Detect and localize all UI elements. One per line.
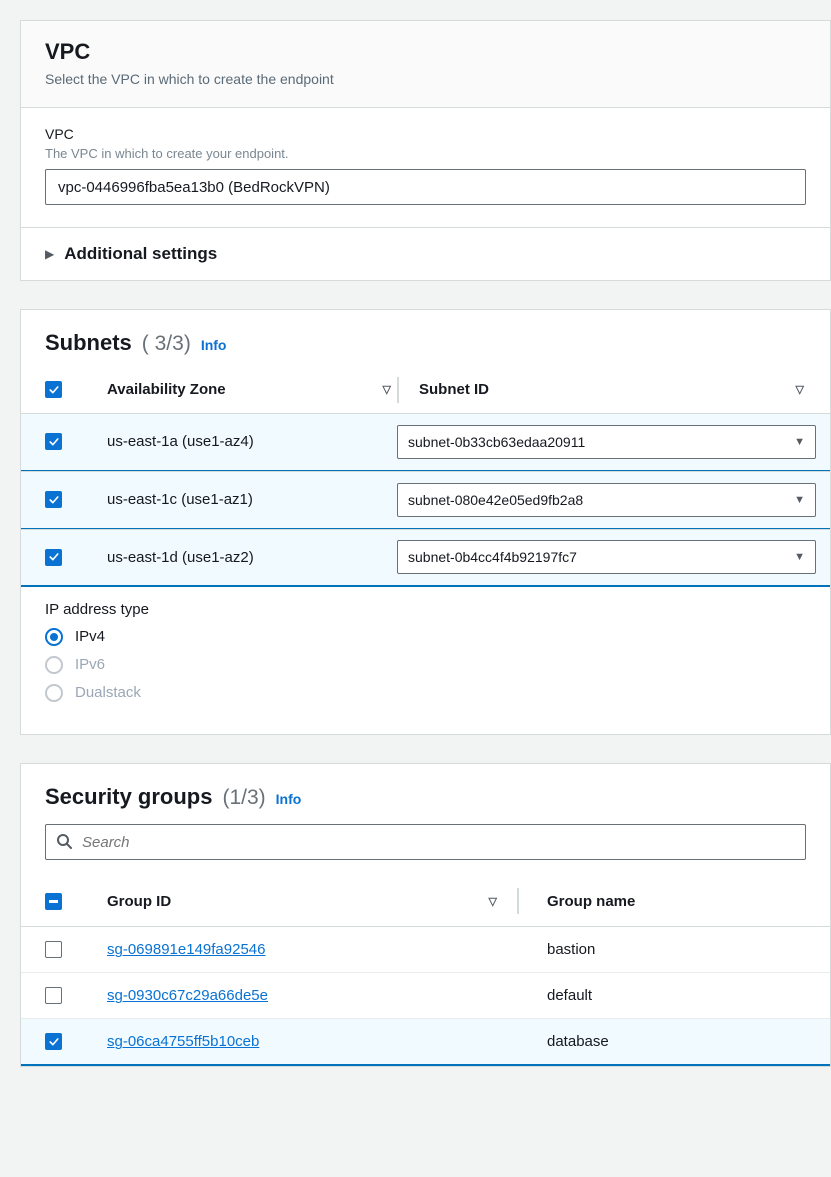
sg-row: sg-069891e149fa92546 bastion xyxy=(21,927,830,973)
sg-row-checkbox[interactable] xyxy=(45,941,62,958)
subnet-id-value: subnet-0b33cb63edaa20911 xyxy=(408,434,585,450)
chevron-down-icon: ▼ xyxy=(794,551,805,563)
sg-name: bastion xyxy=(547,941,830,958)
sg-row-checkbox[interactable] xyxy=(45,987,62,1004)
subnet-checkbox[interactable] xyxy=(45,433,62,450)
sg-row: sg-0930c67c29a66de5e default xyxy=(21,973,830,1019)
sg-id-link[interactable]: sg-06ca4755ff5b10ceb xyxy=(107,1033,259,1050)
sg-panel-header: Security groups (1/3) Info xyxy=(21,764,830,824)
sg-search-input[interactable] xyxy=(45,824,806,860)
header-az-label: Availability Zone xyxy=(107,381,226,398)
check-icon xyxy=(48,551,60,563)
sort-icon[interactable]: ▽ xyxy=(489,895,503,908)
ip-type-ipv4-radio[interactable] xyxy=(45,628,63,646)
chevron-down-icon: ▼ xyxy=(794,436,805,448)
sg-row-checkbox[interactable] xyxy=(45,1033,62,1050)
additional-settings-toggle[interactable]: ▶ Additional settings xyxy=(21,227,830,280)
subnet-id-select[interactable]: subnet-0b33cb63edaa20911 ▼ xyxy=(397,425,816,459)
ip-type-dualstack-label: Dualstack xyxy=(75,684,141,701)
search-icon xyxy=(56,833,72,852)
vpc-select-value: vpc-0446996fba5ea13b0 (BedRockVPN) xyxy=(58,179,330,196)
ip-address-type-group: IP address type IPv4 IPv6 Dualstack xyxy=(21,587,830,734)
sg-row: sg-06ca4755ff5b10ceb database xyxy=(21,1019,830,1066)
subnet-az: us-east-1c (use1-az1) xyxy=(107,491,397,508)
additional-settings-label: Additional settings xyxy=(64,244,217,264)
subnet-row: us-east-1a (use1-az4) subnet-0b33cb63eda… xyxy=(21,413,830,471)
subnet-id-select[interactable]: subnet-080e42e05ed9fb2a8 ▼ xyxy=(397,483,816,517)
sg-id-link[interactable]: sg-069891e149fa92546 xyxy=(107,941,265,958)
vpc-panel-body: VPC The VPC in which to create your endp… xyxy=(21,108,830,227)
sg-id-link[interactable]: sg-0930c67c29a66de5e xyxy=(107,987,268,1004)
check-icon xyxy=(48,436,60,448)
subnets-table-header: Availability Zone ▽ Subnet ID ▽ xyxy=(21,367,830,413)
sg-title: Security groups xyxy=(45,784,212,810)
subnet-az: us-east-1a (use1-az4) xyxy=(107,433,397,450)
caret-right-icon: ▶ xyxy=(45,247,54,261)
subnet-az: us-east-1d (use1-az2) xyxy=(107,549,397,566)
subnet-id-value: subnet-080e42e05ed9fb2a8 xyxy=(408,492,583,508)
subnet-checkbox[interactable] xyxy=(45,549,62,566)
subnet-checkbox[interactable] xyxy=(45,491,62,508)
security-groups-panel: Security groups (1/3) Info Group ID ▽ Gr… xyxy=(20,763,831,1067)
vpc-desc: Select the VPC in which to create the en… xyxy=(45,71,806,87)
subnet-id-select[interactable]: subnet-0b4cc4f4b92197fc7 ▼ xyxy=(397,540,816,574)
check-icon xyxy=(48,384,60,396)
subnet-id-value: subnet-0b4cc4f4b92197fc7 xyxy=(408,549,577,565)
sg-search-field[interactable] xyxy=(82,834,795,851)
sg-count: (1/3) xyxy=(222,786,265,810)
ip-type-ipv4-label: IPv4 xyxy=(75,628,105,645)
ip-address-type-label: IP address type xyxy=(45,601,806,618)
vpc-panel-header: VPC Select the VPC in which to create th… xyxy=(21,21,830,108)
header-subnet-label: Subnet ID xyxy=(419,381,489,398)
subnet-row: us-east-1c (use1-az1) subnet-080e42e05ed… xyxy=(21,471,830,529)
chevron-down-icon: ▼ xyxy=(794,494,805,506)
check-icon xyxy=(48,494,60,506)
vpc-select[interactable]: vpc-0446996fba5ea13b0 (BedRockVPN) xyxy=(45,169,806,205)
column-divider xyxy=(397,377,399,403)
sg-header-id: Group ID xyxy=(107,893,171,910)
subnets-select-all-checkbox[interactable] xyxy=(45,381,62,398)
ip-type-dualstack-radio xyxy=(45,684,63,702)
subnets-panel: Subnets ( 3/3) Info Availability Zone ▽ … xyxy=(20,309,831,734)
check-icon xyxy=(48,1036,60,1048)
ip-type-ipv6-radio xyxy=(45,656,63,674)
vpc-field-help: The VPC in which to create your endpoint… xyxy=(45,146,806,161)
column-divider xyxy=(517,888,519,914)
vpc-panel: VPC Select the VPC in which to create th… xyxy=(20,20,831,281)
sg-name: database xyxy=(547,1033,830,1050)
subnets-panel-header: Subnets ( 3/3) Info xyxy=(21,310,830,366)
vpc-field-label: VPC xyxy=(45,126,806,142)
sort-icon[interactable]: ▽ xyxy=(796,383,810,396)
subnets-count: ( 3/3) xyxy=(142,332,191,356)
subnet-row: us-east-1d (use1-az2) subnet-0b4cc4f4b92… xyxy=(21,529,830,587)
subnets-title: Subnets xyxy=(45,330,132,356)
subnets-info-link[interactable]: Info xyxy=(201,337,227,353)
sg-select-all-checkbox[interactable] xyxy=(45,893,62,910)
sort-icon[interactable]: ▽ xyxy=(383,383,397,396)
sg-table-header: Group ID ▽ Group name xyxy=(21,874,830,927)
vpc-title: VPC xyxy=(45,39,806,65)
ip-type-ipv6-label: IPv6 xyxy=(75,656,105,673)
sg-name: default xyxy=(547,987,830,1004)
sg-header-name: Group name xyxy=(547,893,830,910)
sg-info-link[interactable]: Info xyxy=(276,791,302,807)
